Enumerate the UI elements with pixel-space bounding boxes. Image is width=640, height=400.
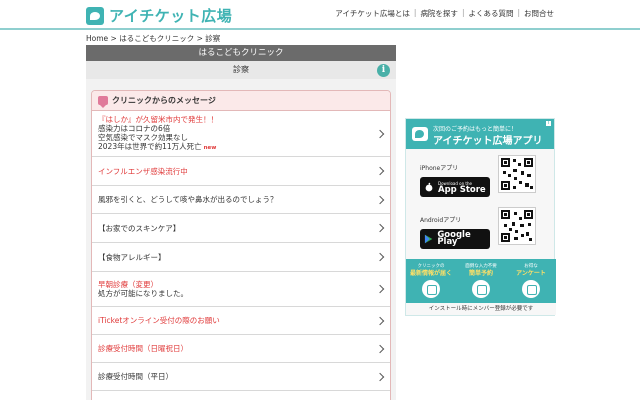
top-nav: アイチケット広場とは | 病院を探す | よくある質問 | お問合せ [335, 8, 554, 19]
main-content: はるこどもクリニック 診察 i クリニックからのメッセージ 『はしか』が久留米市… [86, 45, 396, 400]
google-play-icon [424, 234, 433, 244]
feature-booking: 面倒な入力不要 簡単予約 [459, 264, 503, 298]
nav-separator: | [461, 8, 465, 17]
message-item-early-morning[interactable]: 早朝診療（変更） 処方が可能になりました。 [92, 272, 390, 307]
info-icon[interactable]: i [377, 64, 390, 77]
message-item-skincare[interactable]: 【お家でのスキンケア】 [92, 214, 390, 243]
message-line: 空気感染でマスク効果なし [98, 132, 188, 142]
message-title: 【お家でのスキンケア】 [98, 223, 181, 233]
message-title: 診療受付時間（日曜祝日） [98, 344, 188, 353]
message-item-online-booking[interactable]: iTicketオンライン受付の際のお願い [92, 307, 390, 335]
ad-title: アイチケット広場アプリ [433, 136, 543, 147]
ad-header: 次回のご予約はもっと簡単に！ アイチケット広場アプリ i [406, 119, 554, 149]
message-title: iTicketオンライン受付の際のお願い [98, 316, 220, 325]
new-badge: new [203, 144, 217, 151]
stethoscope-icon [472, 280, 490, 298]
chevron-right-icon [375, 344, 385, 353]
message-line: 2023年は世界で約11万人死亡 new [98, 141, 217, 151]
messages-header: クリニックからのメッセージ [92, 91, 390, 111]
nav-about[interactable]: アイチケット広場とは [335, 8, 410, 19]
android-label: Androidアプリ [420, 217, 462, 224]
chevron-right-icon [375, 284, 385, 294]
apple-icon [425, 182, 433, 192]
message-title: 【食物アレルギー】 [98, 252, 166, 262]
chevron-right-icon [375, 372, 385, 381]
message-title: 『はしか』が久留米市内で発生！！ [98, 114, 218, 124]
message-item-cold[interactable]: 風邪を引くと、どうして咳や鼻水が出るのでしょう？ [92, 186, 390, 214]
nav-contact[interactable]: お問合せ [524, 8, 554, 19]
chat-icon [422, 280, 440, 298]
message-title: 風邪を引くと、どうして咳や鼻水が出るのでしょう？ [98, 195, 278, 204]
feature-news: クリニックの 最新情報が届く [409, 264, 453, 298]
nav-separator: | [517, 8, 520, 17]
chevron-right-icon [375, 223, 385, 233]
chevron-right-icon [375, 316, 385, 325]
app-store-button[interactable]: Download on the App Store [420, 177, 490, 197]
nav-search-hospital[interactable]: 病院を探す [420, 8, 458, 19]
message-title: 早朝診療（変更） [98, 280, 158, 289]
message-item-food-allergy[interactable]: 【食物アレルギー】 [92, 243, 390, 272]
app-ad-banner[interactable]: 次回のご予約はもっと簡単に！ アイチケット広場アプリ i iPhoneアプリ D… [405, 118, 556, 316]
messages-title: クリニックからのメッセージ [112, 96, 216, 105]
message-item-hours-weekday[interactable]: 診療受付時間（平日） [92, 363, 390, 391]
section-title: 診察 [86, 61, 396, 79]
message-item-hours-holiday[interactable]: 診療受付時間（日曜祝日） [92, 335, 390, 363]
message-item-influenza[interactable]: インフルエンザ感染流行中 [92, 157, 390, 186]
chevron-right-icon [375, 195, 385, 204]
site-header: アイチケット広場 アイチケット広場とは | 病院を探す | よくある質問 | お… [0, 0, 640, 30]
app-logo-icon [412, 127, 428, 141]
nav-faq[interactable]: よくある質問 [468, 8, 513, 19]
message-line: 感染力はコロナの6倍 [98, 123, 171, 133]
logo-icon [86, 6, 104, 25]
nav-separator: | [413, 8, 417, 17]
android-qr-code [498, 207, 536, 245]
google-play-button[interactable]: Google Play [420, 229, 490, 249]
ad-choices-icon[interactable]: i [545, 120, 552, 127]
google-play-text: Google Play [437, 230, 471, 247]
message-line: 処方が可能になりました。 [98, 289, 188, 298]
message-title: 診療受付時間（平日） [98, 372, 173, 381]
message-item-measles[interactable]: 『はしか』が久留米市内で発生！！ 感染力はコロナの6倍 空気感染でマスク効果なし… [92, 111, 390, 157]
message-bubble-icon [98, 96, 108, 108]
chevron-right-icon [375, 129, 385, 138]
chevron-right-icon [375, 252, 385, 262]
feature-survey: お得な アンケート [509, 264, 553, 298]
logo-text: アイチケット広場 [109, 7, 233, 25]
iphone-qr-code [498, 155, 536, 193]
clinic-name-bar: はるこどもクリニック [86, 45, 396, 61]
iphone-label: iPhoneアプリ [420, 165, 459, 172]
ad-features: クリニックの 最新情報が届く 面倒な入力不要 簡単予約 お得な アンケート [406, 259, 556, 304]
clinic-messages: クリニックからのメッセージ 『はしか』が久留米市内で発生！！ 感染力はコロナの6… [91, 90, 391, 400]
message-title: インフルエンザ感染流行中 [98, 166, 188, 176]
ad-footer-note: インストール時にメンバー登録が必要です [406, 303, 556, 315]
site-logo[interactable]: アイチケット広場 [86, 5, 232, 26]
chevron-right-icon [375, 166, 385, 176]
breadcrumb[interactable]: Home > はるこどもクリニック > 診察 [86, 33, 220, 44]
gift-icon [522, 280, 540, 298]
app-store-text: App Store [438, 185, 486, 195]
